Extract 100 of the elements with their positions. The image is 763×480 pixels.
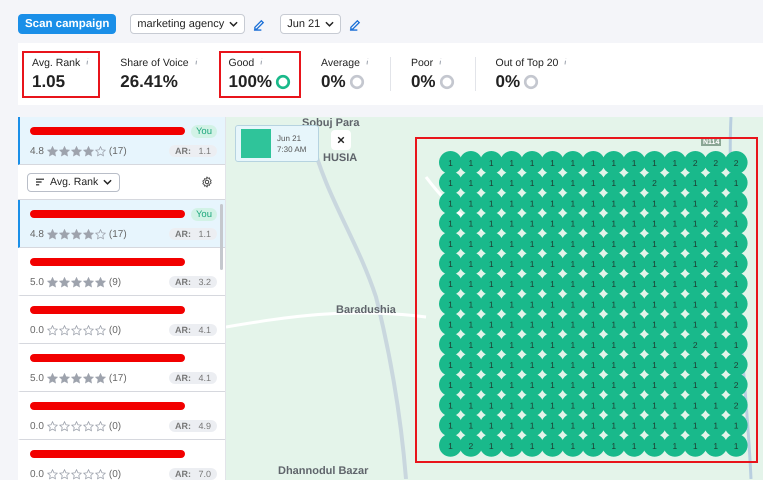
listing[interactable]: You 4.8 (17) AR: 1.1 <box>18 200 225 248</box>
rank-pin[interactable]: 1 <box>663 292 686 316</box>
info-icon[interactable] <box>85 56 90 66</box>
color-swatch <box>241 129 271 158</box>
rank-pin[interactable]: 1 <box>724 232 748 255</box>
metric-value: 0% <box>410 72 436 92</box>
rank-pin[interactable]: 1 <box>500 434 524 457</box>
you-badge: You <box>190 124 217 138</box>
rank-pin[interactable]: 1 <box>663 434 686 457</box>
average-rank-badge: AR: 3.2 <box>168 276 217 288</box>
review-count: (0) <box>108 420 122 432</box>
review-count: (0) <box>108 468 122 480</box>
metric-value: 1.05 <box>32 72 66 92</box>
place-label: Dhannodul Bazar <box>278 465 368 477</box>
close-button[interactable] <box>331 130 351 150</box>
rank-pin[interactable]: 1 <box>724 191 748 214</box>
metric-label: Good <box>228 56 254 68</box>
rank-pin[interactable]: 1 <box>724 414 748 437</box>
info-icon[interactable] <box>259 56 264 66</box>
rank-pin[interactable]: 1 <box>561 434 584 457</box>
chevron-down-icon <box>229 21 238 27</box>
sort-icon <box>35 178 45 186</box>
metric-label: Share of Voice <box>120 56 189 68</box>
info-icon[interactable] <box>563 56 568 66</box>
place-label: Baradushia <box>336 304 396 316</box>
close-icon <box>337 136 345 144</box>
rank-pin[interactable]: 1 <box>459 393 482 416</box>
rank-pin[interactable]: 1 <box>724 272 748 296</box>
rank-pin[interactable]: 1 <box>459 191 482 214</box>
listing[interactable]: 5.0 (9) AR: 3.2 <box>18 248 225 296</box>
rating: 5.0 <box>30 372 44 384</box>
rank-pin[interactable]: 2 <box>724 393 748 416</box>
rating: 4.8 <box>30 146 44 156</box>
listing[interactable]: 0.0 (0) AR: 4.9 <box>18 392 225 440</box>
rank-pin[interactable]: 1 <box>459 292 482 316</box>
rank-pin[interactable]: 1 <box>480 434 503 457</box>
edit-icon[interactable] <box>253 18 266 30</box>
tooltip-time: 7:30 AM <box>277 144 306 154</box>
rank-pin[interactable]: 2 <box>724 151 748 174</box>
metric-value: 0% <box>496 72 520 92</box>
rank-pin[interactable]: 1 <box>561 393 584 416</box>
review-count: (0) <box>108 324 122 336</box>
rating: 5.0 <box>30 276 44 288</box>
rank-pin[interactable]: 1 <box>663 191 686 214</box>
info-icon[interactable] <box>438 56 444 66</box>
average-rank-badge: AR: 4.9 <box>168 420 217 432</box>
edit-icon[interactable] <box>349 18 362 30</box>
ring-icon <box>523 74 540 90</box>
settings-icon[interactable] <box>201 176 213 188</box>
review-count: (17) <box>108 146 127 156</box>
listing[interactable]: 5.0 (17) AR: 4.1 <box>18 344 225 392</box>
rank-pin[interactable]: 1 <box>704 434 728 457</box>
keyword-dropdown[interactable]: marketing agency <box>130 14 246 34</box>
info-icon[interactable] <box>194 56 199 66</box>
date-dropdown[interactable]: Jun 21 <box>280 14 342 34</box>
metric-value: 100% <box>228 72 272 92</box>
you-badge: You <box>190 208 217 220</box>
rank-pin[interactable]: 1 <box>602 434 626 457</box>
metric-label: Poor <box>410 56 434 68</box>
info-icon[interactable] <box>364 56 370 66</box>
rank-pin[interactable]: 1 <box>724 332 748 356</box>
rank-pin[interactable]: 1 <box>520 434 544 457</box>
rank-pin[interactable]: 1 <box>561 292 584 316</box>
pinned-listing[interactable]: You 4.8 (17) AR: 1.1 <box>18 117 225 165</box>
rating: 0.0 <box>30 324 44 336</box>
average-rank-badge: AR: 4.1 <box>168 324 217 336</box>
scan-campaign-button[interactable]: Scan campaign <box>18 14 116 34</box>
rank-pin[interactable]: 1 <box>643 434 666 457</box>
average-rank-badge: AR: 1.1 <box>168 228 217 240</box>
review-count: (9) <box>108 276 122 288</box>
rank-pin[interactable]: 1 <box>684 434 707 457</box>
rank-pin[interactable]: 2 <box>724 373 748 396</box>
rating: 4.8 <box>30 228 44 240</box>
rank-pin[interactable]: 1 <box>724 252 748 275</box>
rank-pin[interactable]: 2 <box>724 353 748 376</box>
rank-pin[interactable]: 1 <box>724 312 748 336</box>
ring-icon <box>438 74 455 90</box>
metric-value: 26.41% <box>120 72 178 92</box>
rank-pin[interactable]: 1 <box>724 171 748 194</box>
rank-pin[interactable]: 1 <box>622 434 646 457</box>
rank-pin[interactable]: 1 <box>724 292 748 316</box>
chevron-down-icon <box>103 179 112 185</box>
metric-value: 0% <box>321 72 346 92</box>
rank-pin[interactable]: 1 <box>439 434 462 457</box>
listing[interactable]: 0.0 (0) AR: 7.0 <box>18 440 225 480</box>
rank-pin[interactable]: 1 <box>582 434 605 457</box>
chevron-down-icon <box>325 21 334 27</box>
rank-pin[interactable]: 1 <box>663 393 686 416</box>
average-rank-badge: AR: 4.1 <box>168 372 217 384</box>
rank-pin[interactable]: 2 <box>459 434 482 457</box>
rank-pin[interactable]: 1 <box>541 434 564 457</box>
rank-pin[interactable]: 1 <box>561 191 584 214</box>
listing[interactable]: 0.0 (0) AR: 4.1 <box>18 296 225 344</box>
sort-dropdown[interactable]: Avg. Rank <box>27 172 120 192</box>
rating: 0.0 <box>30 420 44 432</box>
rank-pin[interactable]: 1 <box>724 434 748 457</box>
ring-icon <box>348 74 365 90</box>
rank-pin[interactable]: 1 <box>724 212 748 235</box>
metric-label: Avg. Rank <box>32 56 80 68</box>
place-label: HUSIA <box>323 152 358 164</box>
